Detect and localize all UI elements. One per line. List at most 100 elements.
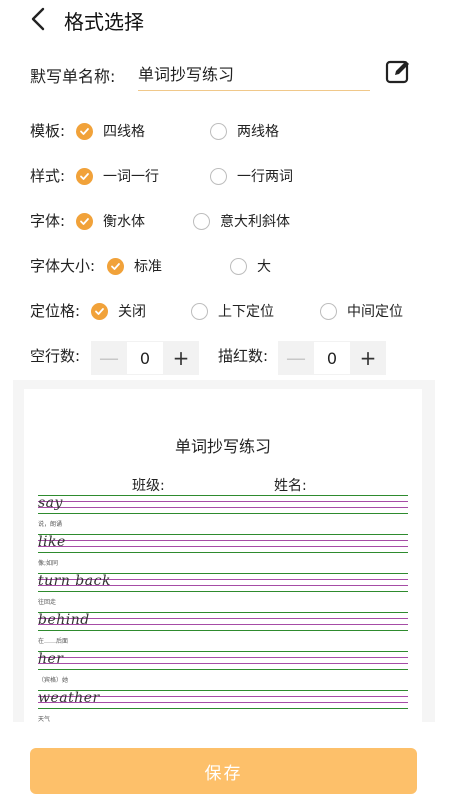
option-item[interactable]: 大 (230, 256, 271, 276)
option-item[interactable]: 上下定位 (191, 301, 274, 321)
guide-line-purple (38, 657, 408, 658)
option-label: 标准 (134, 259, 162, 275)
word-row: weather 天气 (38, 690, 408, 722)
word-text: turn back (38, 573, 111, 589)
radio-unchecked-icon[interactable] (191, 302, 208, 320)
option-item[interactable]: 衡水体 (76, 211, 145, 231)
word-meaning: 在……后面 (38, 638, 69, 645)
check-icon (80, 217, 89, 225)
word-row: behind 在……后面 (38, 612, 408, 650)
guide-line-green (38, 495, 408, 496)
option-item[interactable]: 一词一行 (76, 166, 159, 186)
save-button[interactable]: 保存 (30, 748, 417, 794)
guide-line-green (38, 669, 408, 670)
name-input[interactable] (138, 55, 370, 91)
trace-count-value: 0 (314, 341, 350, 375)
word-meaning: （宾格）她 (38, 677, 69, 684)
option-item[interactable]: 四线格 (76, 121, 145, 141)
option-item[interactable]: 关闭 (91, 301, 146, 321)
radio-checked-icon[interactable] (107, 257, 124, 275)
empty-rows-plus-button[interactable]: + (163, 341, 199, 375)
check-icon (111, 262, 120, 270)
guide-line-purple (38, 663, 408, 664)
empty-rows-stepper: — 0 + (91, 341, 199, 375)
option-label: 上下定位 (218, 304, 274, 320)
check-icon (80, 127, 89, 135)
guide-line-green (38, 534, 408, 535)
option-label: 四线格 (103, 124, 145, 140)
class-label: 班级: (132, 478, 165, 494)
preview-title: 单词抄写练习 (174, 437, 271, 456)
empty-rows-minus-button[interactable]: — (91, 341, 127, 375)
option-row-label: 样式: (30, 167, 66, 185)
word-text: like (38, 534, 66, 550)
chevron-left-icon (31, 7, 45, 31)
trace-count-plus-button[interactable]: + (350, 341, 386, 375)
guide-line-purple (38, 546, 408, 547)
edit-button[interactable] (384, 58, 412, 86)
option-label: 一行两词 (237, 169, 293, 185)
guide-line-green (38, 708, 408, 709)
option-label: 衡水体 (103, 214, 145, 230)
radio-unchecked-icon[interactable] (320, 302, 337, 320)
word-row: turn back 往回走 (38, 573, 408, 611)
radio-unchecked-icon[interactable] (193, 212, 210, 230)
word-meaning: 说，朗诵 (38, 521, 63, 528)
word-meaning: 像;如同 (38, 560, 59, 567)
guide-line-green (38, 630, 408, 631)
header: 格式选择 (0, 0, 450, 38)
trace-count-stepper: — 0 + (278, 341, 386, 375)
option-item[interactable]: 意大利斜体 (193, 211, 290, 231)
option-item[interactable]: 中间定位 (320, 301, 403, 321)
option-item[interactable]: 一行两词 (210, 166, 293, 186)
option-row-label: 字体: (30, 212, 66, 230)
radio-unchecked-icon[interactable] (210, 122, 227, 140)
option-item[interactable]: 两线格 (210, 121, 279, 141)
check-icon (80, 172, 89, 180)
option-item[interactable]: 标准 (107, 256, 162, 276)
option-label: 关闭 (118, 304, 146, 320)
guide-line-green (38, 591, 408, 592)
option-row-label: 定位格: (30, 302, 81, 320)
option-label: 两线格 (237, 124, 279, 140)
radio-checked-icon[interactable] (76, 122, 93, 140)
guide-line-purple (38, 618, 408, 619)
student-name-label: 姓名: (274, 478, 307, 494)
word-text: her (38, 651, 64, 667)
radio-checked-icon[interactable] (76, 212, 93, 230)
word-text: behind (38, 612, 90, 628)
guide-line-green (38, 612, 408, 613)
word-row: like 像;如同 (38, 534, 408, 572)
name-label: 默写单名称: (30, 67, 116, 86)
trace-count-label: 描红数: (218, 347, 269, 365)
radio-unchecked-icon[interactable] (230, 257, 247, 275)
guide-line-purple (38, 507, 408, 508)
option-label: 意大利斜体 (220, 214, 290, 230)
radio-checked-icon[interactable] (76, 167, 93, 185)
word-text: say (38, 495, 63, 511)
preview-area[interactable]: 单词抄写练习 班级: 姓名: say 说，朗诵 like 像;如同 turn back 往… (13, 380, 435, 722)
word-row: say 说，朗诵 (38, 495, 408, 533)
radio-unchecked-icon[interactable] (210, 167, 227, 185)
empty-rows-label: 空行数: (30, 347, 81, 365)
empty-rows-value: 0 (127, 341, 163, 375)
word-row: her （宾格）她 (38, 651, 408, 689)
guide-line-purple (38, 501, 408, 502)
word-meaning: 往回走 (38, 599, 57, 606)
check-icon (95, 307, 104, 315)
option-label: 一词一行 (103, 169, 159, 185)
option-row-label: 模板: (30, 122, 66, 140)
word-meaning: 天气 (38, 716, 51, 722)
back-button[interactable] (28, 6, 50, 32)
trace-count-minus-button[interactable]: — (278, 341, 314, 375)
edit-icon (385, 60, 409, 84)
guide-line-green (38, 552, 408, 553)
radio-checked-icon[interactable] (91, 302, 108, 320)
guide-line-green (38, 651, 408, 652)
page-title: 格式选择 (64, 10, 144, 34)
guide-line-green (38, 513, 408, 514)
guide-line-purple (38, 540, 408, 541)
option-row-label: 字体大小: (30, 257, 96, 275)
preview-paper: 单词抄写练习 班级: 姓名: say 说，朗诵 like 像;如同 turn back 往… (24, 389, 422, 722)
option-label: 大 (257, 259, 271, 275)
